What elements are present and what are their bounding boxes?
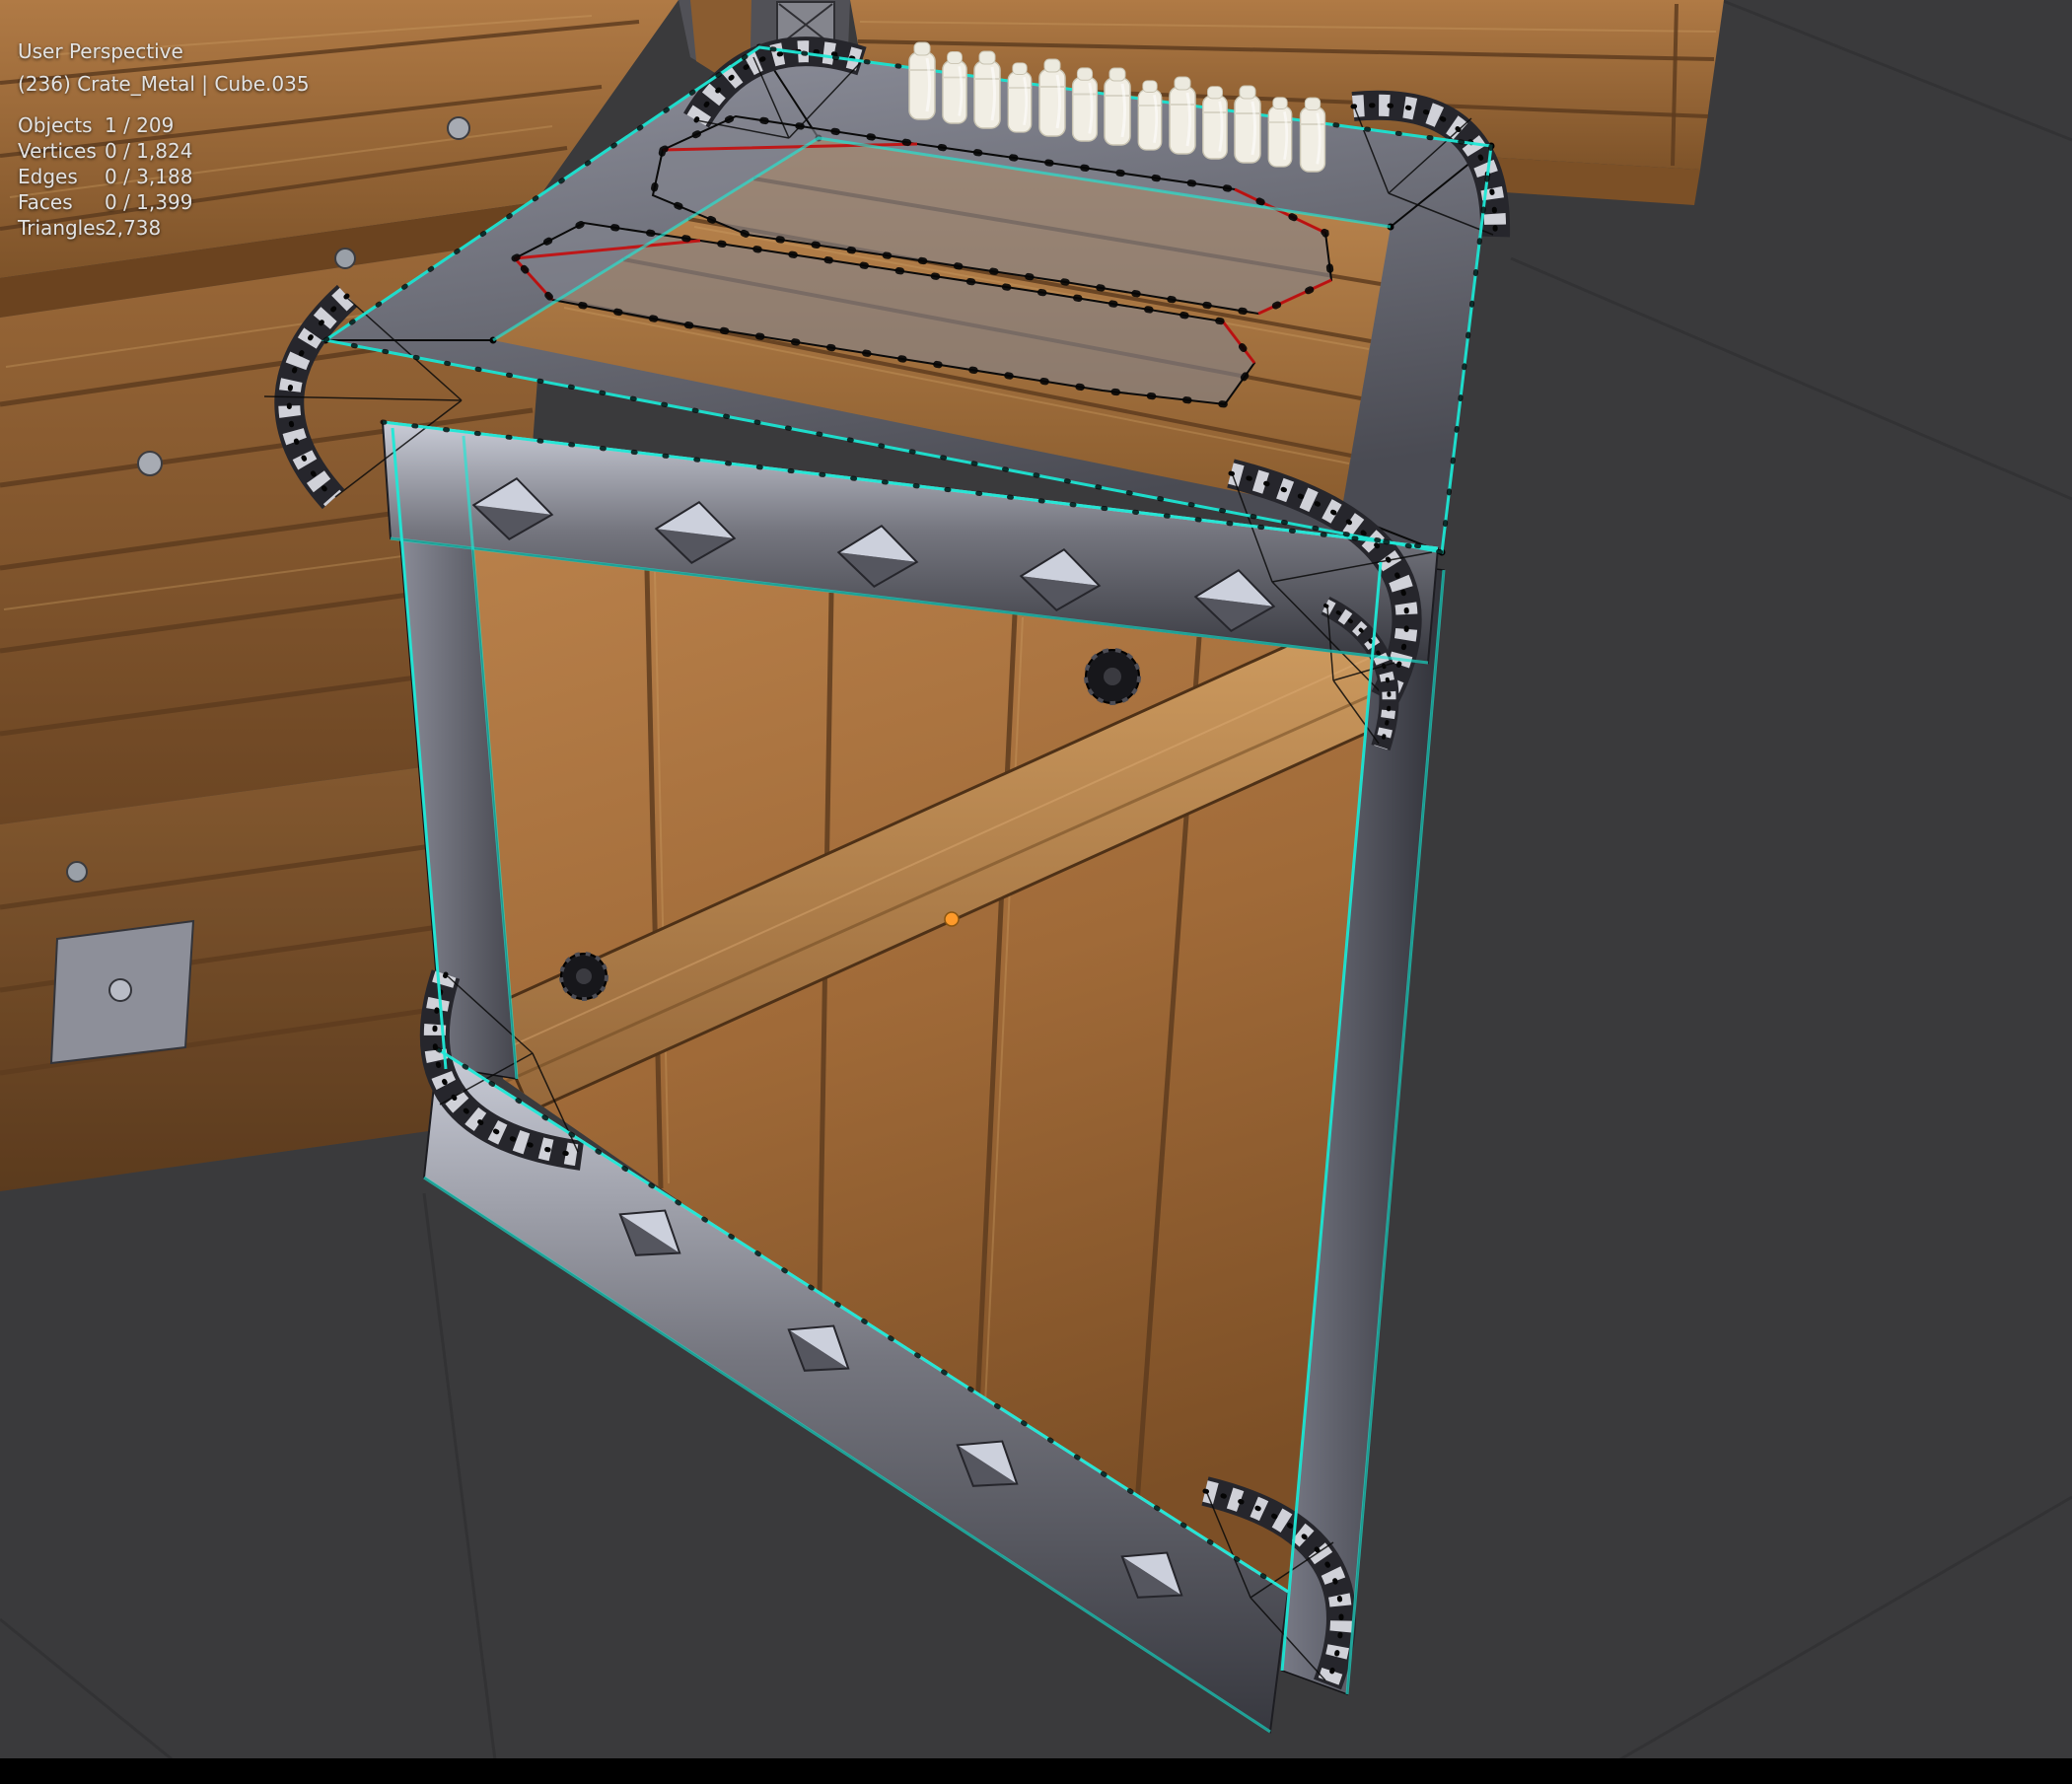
bolt-icon [138, 452, 162, 475]
stat-label: Objects [18, 113, 105, 138]
stat-label: Faces [18, 190, 105, 215]
stat-row-edges: Edges 0 / 3,188 [18, 164, 310, 189]
stat-label: Edges [18, 165, 105, 189]
bottle [1008, 63, 1031, 132]
stat-value: 0 / 1,824 [105, 139, 192, 164]
bottle [909, 42, 935, 119]
bottle [1138, 81, 1161, 150]
bolt-icon [448, 117, 469, 139]
bolt-icon [335, 249, 355, 268]
viewport-3d[interactable] [0, 0, 2072, 1784]
stat-value: 0 / 3,188 [105, 165, 192, 189]
bottle [974, 51, 1000, 128]
bolt-icon [109, 979, 131, 1001]
stat-value: 1 / 209 [105, 113, 174, 138]
stat-label: Triangles [18, 216, 105, 241]
bottle [1039, 59, 1065, 136]
view-mode-label: User Perspective [18, 39, 310, 64]
bolt-gear-icon [561, 954, 607, 999]
bottle [943, 51, 966, 123]
bottle [1170, 77, 1195, 154]
stat-row-triangles: Triangles 2,738 [18, 215, 310, 241]
bottom-bar [0, 1758, 2072, 1784]
application-window: User Perspective (236) Crate_Metal | Cub… [0, 0, 2072, 1784]
bottle [1235, 86, 1260, 163]
bolt-icon [67, 862, 87, 882]
stat-value: 2,738 [105, 216, 161, 241]
active-object-label: (236) Crate_Metal | Cube.035 [18, 72, 310, 97]
stat-row-vertices: Vertices 0 / 1,824 [18, 138, 310, 164]
bolt-gear-icon [1086, 650, 1139, 703]
stat-label: Vertices [18, 139, 105, 164]
stat-row-faces: Faces 0 / 1,399 [18, 189, 310, 215]
bottle [1073, 68, 1098, 141]
stat-value: 0 / 1,399 [105, 190, 192, 215]
stats-block: Objects 1 / 209 Vertices 0 / 1,824 Edges… [18, 112, 310, 241]
bottle [1105, 68, 1130, 145]
bottle [1301, 98, 1325, 172]
bottle [1268, 98, 1291, 167]
stat-row-objects: Objects 1 / 209 [18, 112, 310, 138]
viewport-stats-overlay: User Perspective (236) Crate_Metal | Cub… [18, 39, 310, 241]
bottle [1203, 87, 1227, 159]
origin-point [945, 912, 959, 926]
